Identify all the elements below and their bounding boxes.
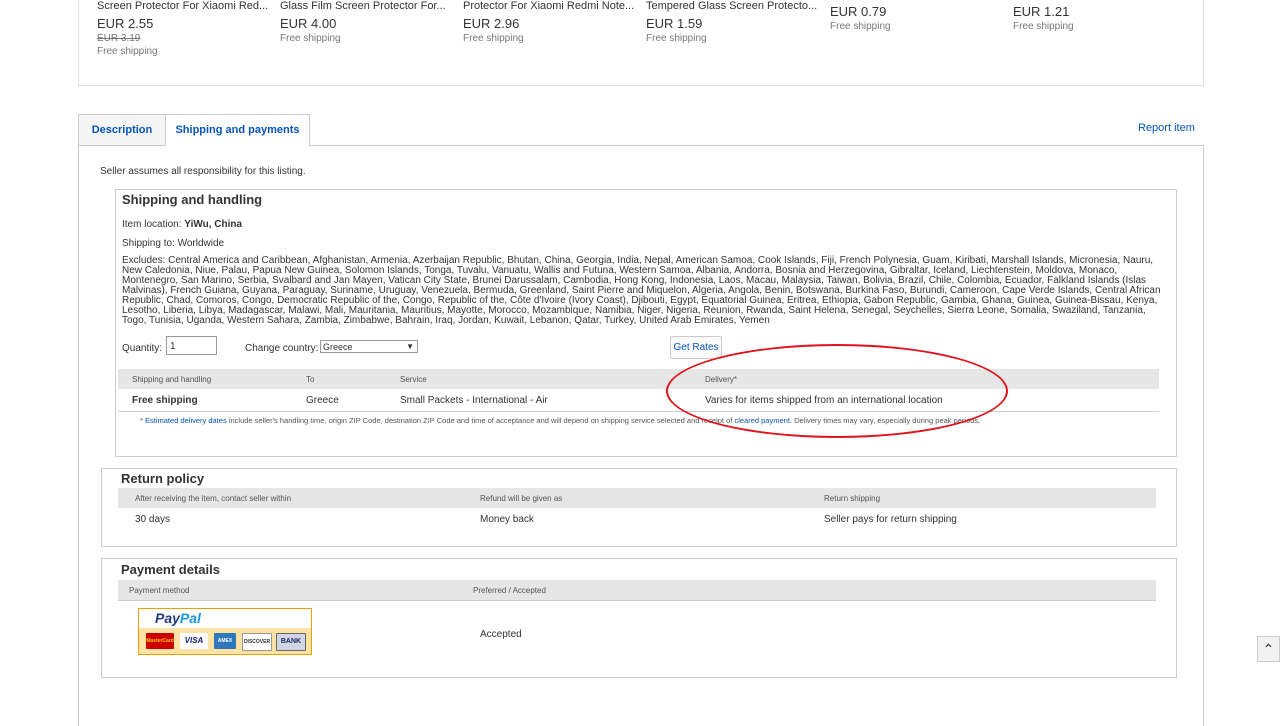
product-card[interactable]: Glass Film Screen Protector For... EUR 4… xyxy=(280,0,455,44)
header-shipping-handling: Shipping and handling xyxy=(132,375,212,384)
payment-details-title: Payment details xyxy=(121,562,220,577)
responsibility-text: Seller assumes all responsibility for th… xyxy=(100,166,306,177)
product-price: EUR 2.96 xyxy=(463,16,520,31)
product-shipping: Free shipping xyxy=(1013,21,1074,32)
product-shipping: Free shipping xyxy=(97,46,158,57)
item-location-label: Item location: xyxy=(122,219,182,230)
product-card[interactable]: EUR 1.21 Free shipping xyxy=(1013,4,1074,32)
amex-icon: AMEX xyxy=(214,633,236,649)
discover-icon: DISCOVER xyxy=(242,633,272,651)
header-refund: Refund will be given as xyxy=(480,494,563,503)
shipping-service: Small Packets - International - Air xyxy=(400,395,548,406)
product-shipping: Free shipping xyxy=(830,21,891,32)
chevron-down-icon: ▼ xyxy=(406,342,414,351)
quantity-label: Quantity: xyxy=(122,343,163,354)
country-select-value: Greece xyxy=(323,342,353,352)
product-price: EUR 1.21 xyxy=(1013,4,1070,19)
similar-items-strip: Screen Protector For Xiaomi Red... EUR 2… xyxy=(78,0,1204,86)
product-card[interactable]: Tempered Glass Screen Protecto... EUR 1.… xyxy=(646,0,821,44)
header-to: To xyxy=(306,375,315,384)
report-item-link[interactable]: Report item xyxy=(1138,122,1195,134)
product-card[interactable]: Protector For Xiaomi Redmi Note... EUR 2… xyxy=(463,0,638,44)
table-divider xyxy=(118,411,1159,412)
mastercard-icon: MasterCard xyxy=(146,633,174,649)
tab-description[interactable]: Description xyxy=(78,114,166,145)
table-divider xyxy=(118,600,1156,601)
paypal-logo: PayPal MasterCard VISA AMEX DISCOVER BAN… xyxy=(138,608,312,655)
shipping-handling-title: Shipping and handling xyxy=(122,192,263,207)
tab-shipping-and-payments[interactable]: Shipping and payments xyxy=(165,114,310,146)
product-price: EUR 0.79 xyxy=(830,4,887,19)
bank-icon: BANK xyxy=(276,633,306,651)
shipping-cost: Free shipping xyxy=(132,395,198,406)
product-card[interactable]: Screen Protector For Xiaomi Red... EUR 2… xyxy=(97,0,272,57)
product-shipping: Free shipping xyxy=(280,33,341,44)
country-select[interactable]: Greece ▼ xyxy=(320,340,418,353)
shipping-destination: Greece xyxy=(306,395,339,406)
payment-table-header: Payment method Preferred / Accepted xyxy=(118,580,1156,600)
paypal-wordmark: PayPal xyxy=(155,610,201,626)
product-card[interactable]: EUR 0.79 Free shipping xyxy=(830,4,891,32)
annotation-oval xyxy=(666,344,1008,438)
note-text: include seller's handling time, origin Z… xyxy=(226,416,735,425)
product-price: EUR 4.00 xyxy=(280,16,337,31)
item-location: Item location: YiWu, China xyxy=(122,219,242,230)
excluded-countries: Excludes: Central America and Caribbean,… xyxy=(122,255,1161,326)
product-price: EUR 2.55 xyxy=(97,16,154,31)
header-contact-within: After receiving the item, contact seller… xyxy=(135,494,292,503)
item-location-value: YiWu, China xyxy=(184,219,243,230)
change-country-label: Change country: xyxy=(245,343,319,354)
return-shipping-payer: Seller pays for return shipping xyxy=(824,514,957,525)
accepted-cards: MasterCard VISA AMEX DISCOVER BANK xyxy=(139,628,311,654)
header-payment-method: Payment method xyxy=(129,586,190,595)
chevron-up-icon: ⌃ xyxy=(1262,641,1275,657)
estimated-delivery-link[interactable]: Estimated delivery dates xyxy=(145,416,227,425)
quantity-input[interactable]: 1 xyxy=(166,336,217,355)
product-title[interactable]: Protector For Xiaomi Redmi Note... xyxy=(463,0,638,12)
get-rates-button[interactable]: Get Rates xyxy=(670,336,722,359)
product-title[interactable]: Glass Film Screen Protector For... xyxy=(280,0,455,12)
product-price: EUR 1.59 xyxy=(646,16,703,31)
return-policy-title: Return policy xyxy=(121,471,205,486)
visa-icon: VISA xyxy=(180,633,208,649)
product-title[interactable]: Screen Protector For Xiaomi Red... xyxy=(97,0,272,12)
header-preferred-accepted: Preferred / Accepted xyxy=(473,586,546,595)
product-shipping: Free shipping xyxy=(646,33,707,44)
header-return-shipping: Return shipping xyxy=(824,494,881,503)
paypal-accepted: Accepted xyxy=(480,629,522,640)
product-shipping: Free shipping xyxy=(463,33,524,44)
return-within: 30 days xyxy=(135,514,171,525)
header-service: Service xyxy=(400,375,427,384)
scroll-to-top-button[interactable]: ⌃ xyxy=(1257,636,1280,662)
product-title[interactable]: Tempered Glass Screen Protecto... xyxy=(646,0,821,12)
product-old-price: EUR 3.19 xyxy=(97,33,141,44)
return-table-header: After receiving the item, contact seller… xyxy=(118,488,1156,508)
refund-type: Money back xyxy=(480,514,534,525)
shipping-to: Shipping to: Worldwide xyxy=(122,238,225,249)
